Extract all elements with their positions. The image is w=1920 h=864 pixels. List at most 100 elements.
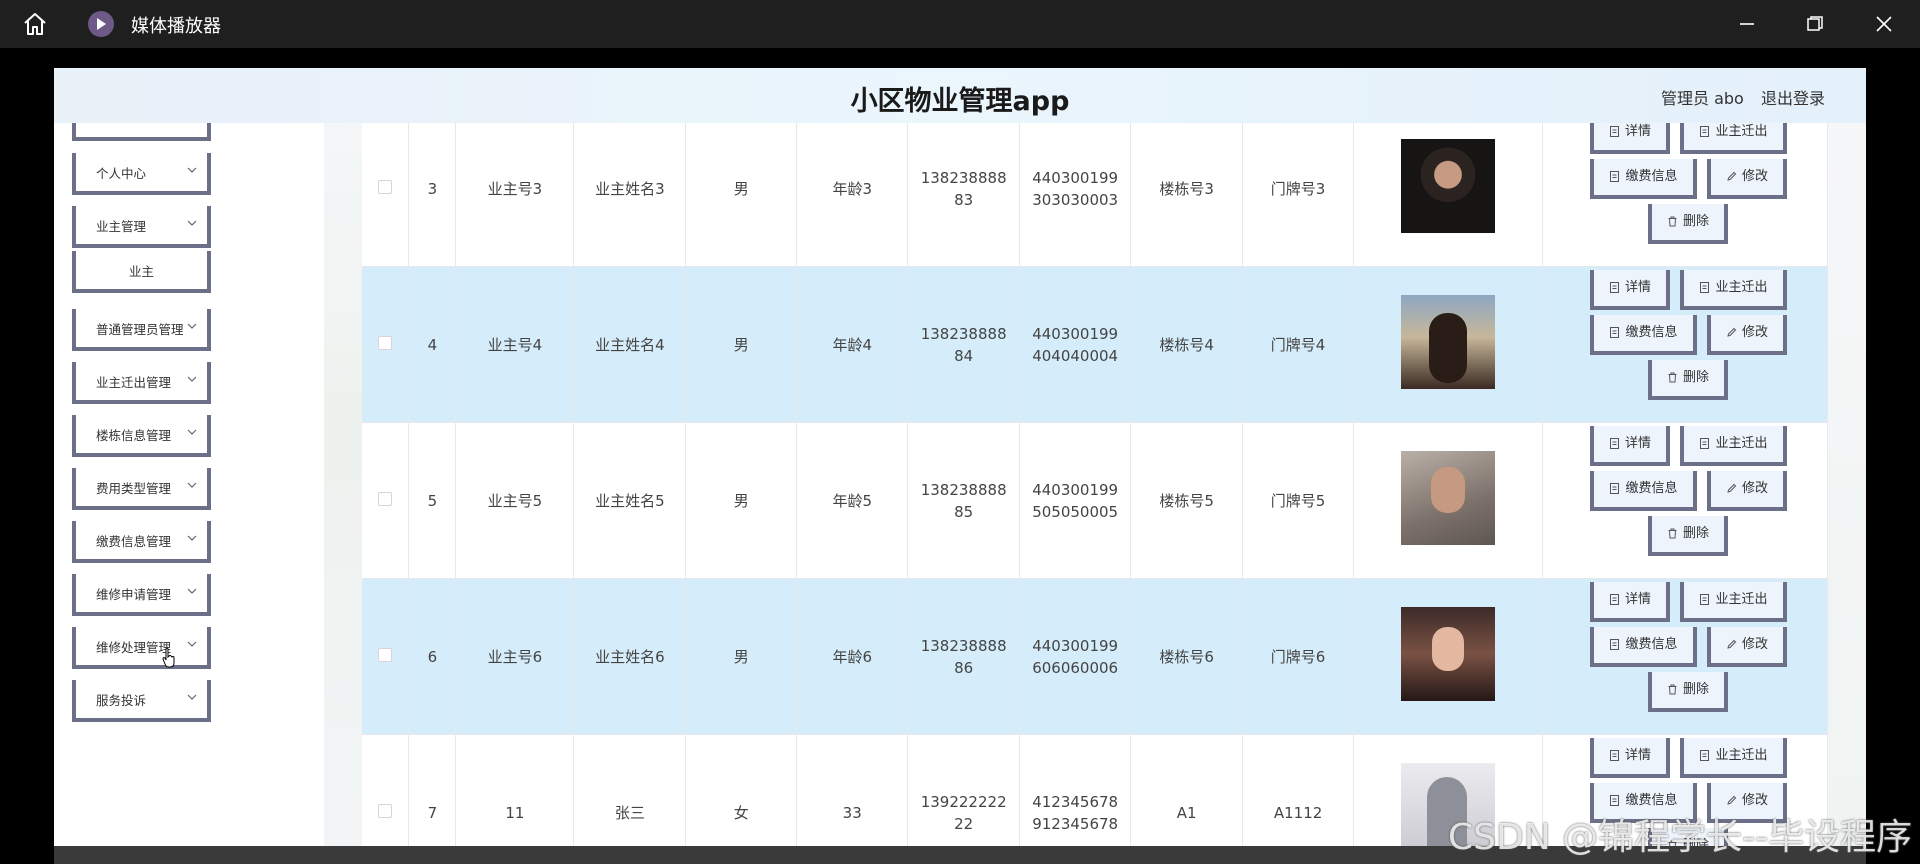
payment-info-button[interactable]: 缴费信息 [1589, 314, 1697, 355]
document-icon [1700, 438, 1710, 449]
building-cell: 楼栋号6 [1130, 578, 1244, 735]
payment-info-button[interactable]: 缴费信息 [1589, 626, 1697, 667]
payment-info-button-label: 缴费信息 [1625, 480, 1678, 496]
detail-button[interactable]: 详情 [1589, 737, 1670, 778]
door-cell: 门牌号3 [1242, 123, 1355, 267]
chevron-down-icon [187, 694, 197, 700]
edit-button[interactable]: 修改 [1706, 470, 1787, 511]
id-card-text: 440300199606060006 [1032, 636, 1119, 677]
edit-button[interactable]: 修改 [1706, 158, 1787, 199]
checkbox-cell [362, 578, 410, 735]
phone-cell: 13823888886 [907, 578, 1021, 735]
photo-cell [1353, 266, 1543, 423]
sidebar-item-owner-management[interactable]: 业主管理 [72, 206, 211, 248]
owner-photo[interactable] [1401, 294, 1496, 389]
sidebar-item-home[interactable] [72, 123, 211, 141]
building-cell: A1 [1130, 734, 1244, 864]
move-out-button[interactable]: 业主迁出 [1679, 737, 1787, 778]
detail-button[interactable]: 详情 [1589, 123, 1670, 154]
sidebar-item-building-management[interactable]: 楼栋信息管理 [72, 415, 211, 457]
restore-icon[interactable] [1805, 14, 1825, 34]
home-icon[interactable] [22, 12, 48, 36]
detail-button[interactable]: 详情 [1589, 269, 1670, 310]
move-out-button[interactable]: 业主迁出 [1679, 581, 1787, 622]
payment-info-button-label: 缴费信息 [1625, 324, 1678, 340]
document-icon [1610, 795, 1620, 806]
document-icon [1609, 594, 1619, 605]
edit-button-label: 修改 [1741, 168, 1768, 184]
age-cell: 年龄6 [796, 578, 909, 735]
payment-info-button-label: 缴费信息 [1625, 636, 1678, 652]
trash-icon [1668, 528, 1677, 539]
owner-table: 3 业主号3 业主姓名3 男年龄3 13823888883 440300199303030… [362, 123, 1828, 864]
building-cell: 楼栋号4 [1130, 266, 1244, 423]
detail-button[interactable]: 详情 [1589, 581, 1670, 622]
sidebar-item-fee-type-management[interactable]: 费用类型管理 [72, 468, 211, 510]
close-icon[interactable] [1874, 14, 1894, 34]
door-cell: A1112 [1242, 734, 1355, 864]
delete-button[interactable]: 删除 [1647, 671, 1728, 712]
sidebar-item-repair-request-management[interactable]: 维修申请管理 [72, 574, 211, 616]
id-card-cell: 412345678912345678 [1019, 734, 1132, 864]
actions-cell: 详情 业主迁出 缴费信息 修改 删除 [1542, 578, 1828, 735]
sidebar-item-label: 个人中心 [96, 165, 147, 181]
chevron-down-icon [187, 429, 197, 435]
sidebar-item-payment-management[interactable]: 缴费信息管理 [72, 521, 211, 563]
id-card-cell: 440300199303030003 [1019, 123, 1132, 267]
id-card-cell: 440300199404040004 [1019, 266, 1132, 423]
sidebar-item-label: 维修处理管理 [96, 639, 172, 655]
sidebar-item-admin-management[interactable]: 普通管理员管理 [72, 309, 211, 351]
row-checkbox[interactable] [378, 647, 393, 662]
id-card-text: 440300199505050005 [1032, 480, 1119, 521]
owner-photo[interactable] [1401, 450, 1496, 545]
detail-button[interactable]: 详情 [1589, 425, 1670, 466]
delete-button[interactable]: 删除 [1647, 515, 1728, 556]
payment-info-button[interactable]: 缴费信息 [1589, 470, 1697, 511]
edit-button[interactable]: 修改 [1706, 314, 1787, 355]
owner-no-cell: 业主号3 [455, 123, 575, 267]
edit-icon [1727, 639, 1737, 649]
document-icon [1700, 750, 1710, 761]
move-out-button[interactable]: 业主迁出 [1679, 123, 1787, 154]
index-cell: 6 [408, 578, 457, 735]
door-cell: 门牌号4 [1242, 266, 1355, 423]
owner-photo[interactable] [1401, 606, 1496, 701]
trash-icon [1668, 216, 1677, 227]
logout-link[interactable]: 退出登录 [1761, 85, 1825, 109]
sidebar-subitem-owner[interactable]: 业主 [72, 251, 211, 293]
delete-button-label: 删除 [1682, 525, 1709, 541]
row-checkbox[interactable] [378, 335, 393, 350]
minimize-icon[interactable] [1737, 14, 1757, 34]
actions-cell: 详情 业主迁出缴费信息 修改删除 [1542, 123, 1828, 267]
player-title-bar: 媒体播放器 [0, 0, 1920, 48]
sidebar-item-move-out-management[interactable]: 业主迁出管理 [72, 362, 211, 404]
owner-no-cell: 业主号6 [455, 578, 575, 735]
id-card-cell: 440300199606060006 [1019, 578, 1132, 735]
player-logo-icon [88, 11, 114, 37]
document-icon [1700, 282, 1710, 293]
edit-button-label: 修改 [1741, 480, 1768, 496]
gender-cell: 男 [685, 422, 798, 579]
phone-text: 13823888883 [920, 168, 1007, 209]
app-header: 小区物业管理app 管理员 abo 退出登录 [54, 68, 1866, 123]
photo-cell [1353, 578, 1543, 735]
delete-button[interactable]: 删除 [1647, 203, 1728, 244]
app-title: 小区物业管理app [850, 86, 1070, 117]
sidebar-item-personal-center[interactable]: 个人中心 [72, 153, 211, 195]
table-row: 5 业主号5 业主姓名5 男年龄5 13823888885 440300199505050… [362, 422, 1828, 579]
edit-icon [1727, 795, 1737, 805]
owner-photo[interactable] [1401, 138, 1496, 233]
owner-name-cell: 业主姓名3 [573, 123, 687, 267]
payment-info-button[interactable]: 缴费信息 [1589, 158, 1697, 199]
move-out-button[interactable]: 业主迁出 [1679, 425, 1787, 466]
edit-button[interactable]: 修改 [1706, 626, 1787, 667]
row-checkbox[interactable] [378, 491, 393, 506]
checkbox-cell [362, 123, 410, 267]
sidebar-item-repair-handling-management[interactable]: 维修处理管理 [72, 627, 211, 669]
move-out-button[interactable]: 业主迁出 [1679, 269, 1787, 310]
gender-cell: 男 [685, 578, 798, 735]
row-checkbox[interactable] [378, 179, 393, 194]
row-checkbox[interactable] [378, 803, 393, 818]
sidebar-item-service-complaint[interactable]: 服务投诉 [72, 680, 211, 722]
delete-button[interactable]: 删除 [1647, 359, 1728, 400]
